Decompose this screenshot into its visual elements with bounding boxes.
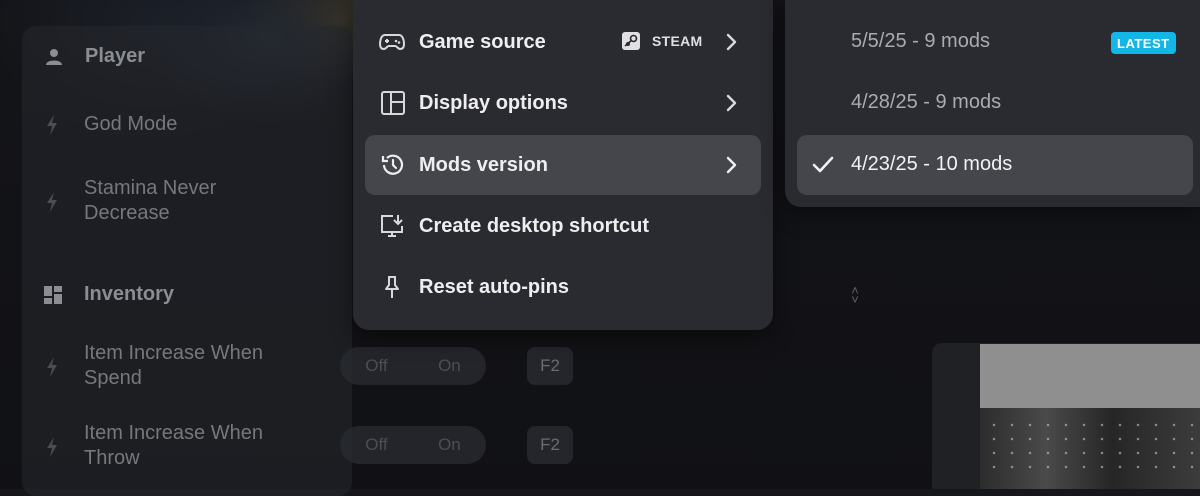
history-icon (381, 154, 404, 175)
menu-item-mods-version[interactable]: Mods version (365, 135, 761, 195)
collapse-icon[interactable]: ˄ ˅ (848, 284, 862, 306)
toggle-off[interactable]: Off (365, 435, 387, 455)
menu-item-create-desktop-shortcut[interactable]: Create desktop shortcut (365, 196, 761, 256)
steam-badge: STEAM (622, 32, 703, 50)
chevron-right-icon (726, 156, 737, 174)
placeholder-block (980, 344, 1200, 408)
menu-item-label: Mods version (419, 153, 548, 176)
pin-icon (385, 276, 399, 298)
toggle-off[interactable]: Off (365, 356, 387, 376)
layout-icon (381, 91, 405, 115)
row-stamina-never-decrease: Stamina Never Decrease (84, 177, 217, 224)
mods-version-submenu: 5/5/25 - 9 mods LATEST 4/28/25 - 9 mods … (785, 0, 1200, 207)
menu-item-label: Game source (419, 30, 546, 53)
section-inventory[interactable]: Inventory (44, 283, 174, 306)
bolt-icon (47, 192, 57, 212)
row-item-increase-when-spend: Item Increase When Spend (84, 342, 263, 389)
menu-item-reset-auto-pins[interactable]: Reset auto-pins (365, 257, 761, 317)
toggle-on[interactable]: On (438, 356, 461, 376)
menu-item-label: Reset auto-pins (419, 275, 570, 298)
grid-icon (44, 285, 62, 304)
menu-item-game-source[interactable]: Game source STEAM (365, 12, 761, 72)
bolt-icon (47, 115, 57, 135)
row-item-increase-when-throw: Item Increase When Throw (84, 422, 263, 469)
section-player[interactable]: Player (45, 45, 145, 68)
hotkey-badge[interactable]: F2 (527, 426, 573, 464)
section-inventory-label: Inventory (84, 283, 175, 305)
person-icon (46, 48, 62, 65)
toggle-item-increase-spend[interactable]: Off On (340, 347, 486, 385)
version-label: 4/28/25 - 9 mods (851, 91, 1002, 113)
toggle-item-increase-throw[interactable]: Off On (340, 426, 486, 464)
steam-icon (622, 32, 640, 50)
checkmark-icon (812, 156, 834, 173)
version-label: 5/5/25 - 9 mods (851, 30, 990, 52)
version-option[interactable]: 4/28/25 - 9 mods (797, 73, 1193, 133)
settings-menu: Game source STEAM Display options Mods v… (353, 0, 773, 330)
menu-item-display-options[interactable]: Display options (365, 73, 761, 133)
gamepad-icon (379, 34, 405, 51)
row-god-mode: God Mode (84, 113, 178, 135)
hotkey-badge[interactable]: F2 (527, 347, 573, 385)
menu-item-label: Display options (419, 91, 568, 114)
chevron-right-icon (726, 33, 737, 51)
latest-badge: LATEST (1111, 32, 1176, 54)
chevron-right-icon (726, 94, 737, 112)
version-option-selected[interactable]: 4/23/25 - 10 mods (797, 135, 1193, 195)
version-option[interactable]: 5/5/25 - 9 mods LATEST (797, 12, 1193, 72)
bolt-icon (47, 437, 57, 457)
desktop-shortcut-icon (381, 215, 403, 237)
menu-item-label: Create desktop shortcut (419, 214, 650, 237)
version-label: 4/23/25 - 10 mods (851, 153, 1013, 175)
toggle-on[interactable]: On (438, 435, 461, 455)
thumbnail-lights (985, 418, 1195, 478)
section-player-label: Player (85, 45, 146, 67)
bolt-icon (47, 357, 57, 377)
steam-label: STEAM (652, 33, 703, 49)
